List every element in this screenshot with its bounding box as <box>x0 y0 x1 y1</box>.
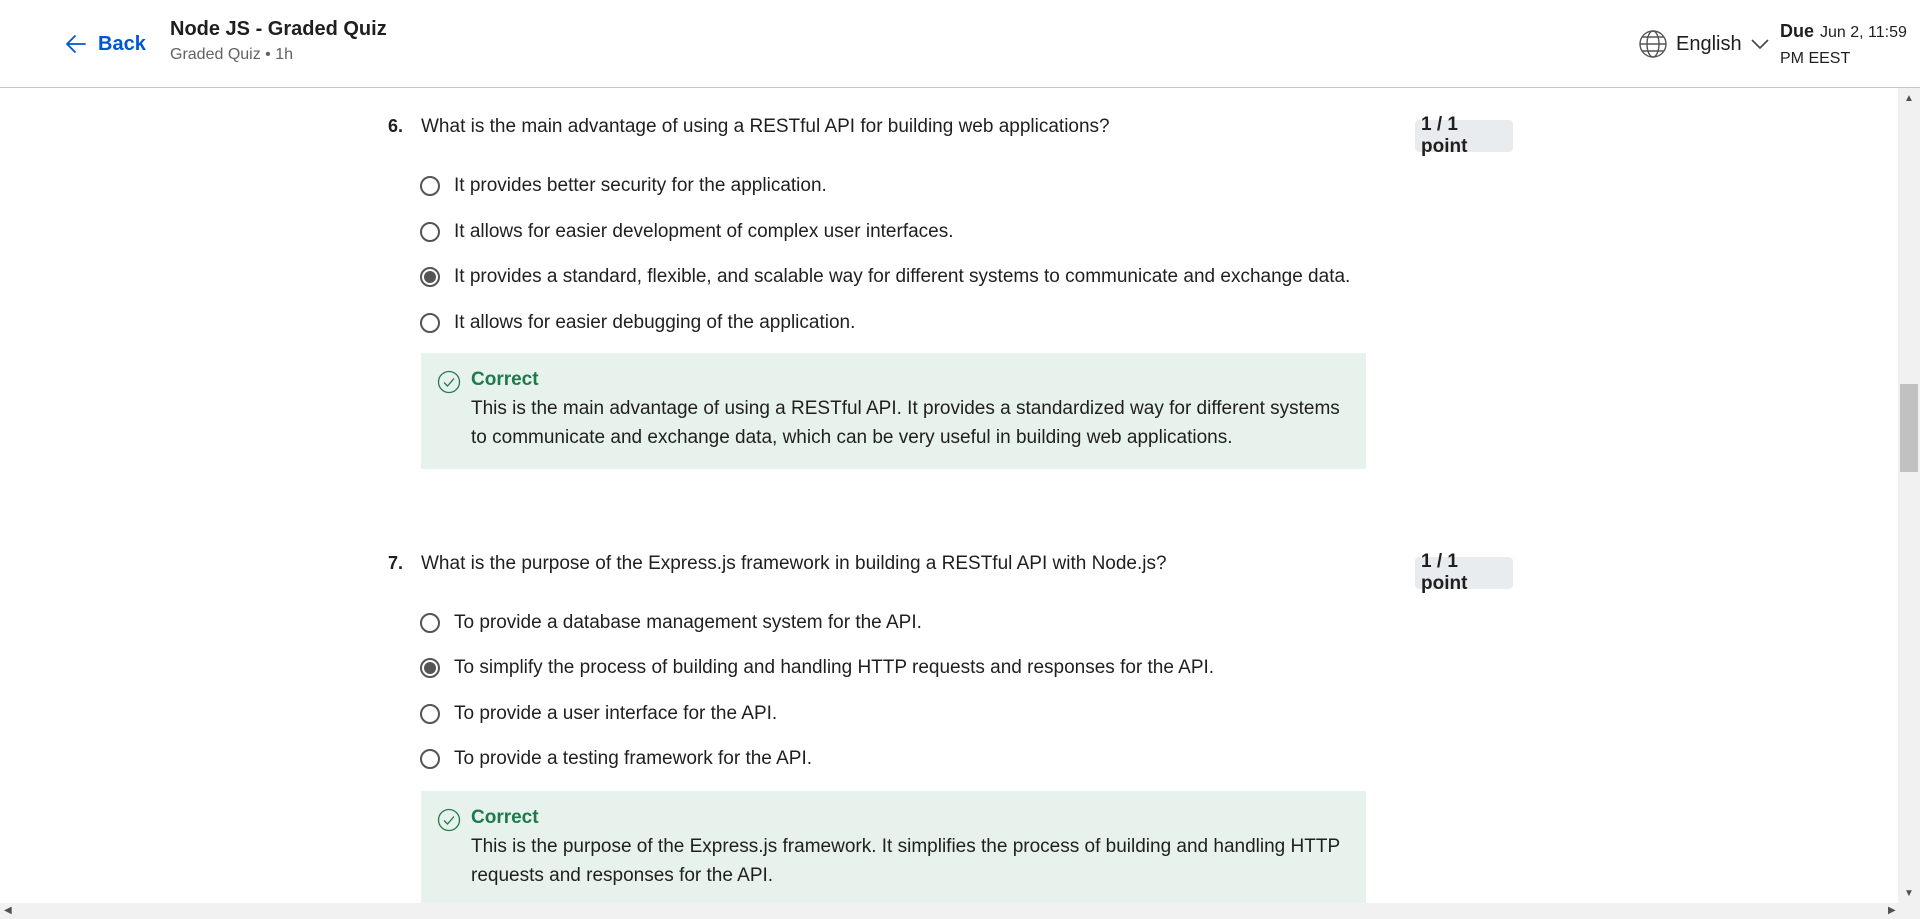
answer-option[interactable]: It provides better security for the appl… <box>420 171 827 201</box>
due-date: Due Jun 2, 11:59 PM EEST <box>1780 18 1915 72</box>
page-subtitle: Graded Quiz • 1h <box>170 46 293 63</box>
feedback-correct: Correct This is the purpose of the Expre… <box>421 791 1366 903</box>
answer-option-selected[interactable]: It provides a standard, flexible, and sc… <box>420 262 1350 292</box>
answer-option[interactable]: It allows for easier development of comp… <box>420 217 954 247</box>
option-label: It provides better security for the appl… <box>454 175 827 196</box>
points-badge: 1 / 1 point <box>1415 551 1513 594</box>
option-label: It provides a standard, flexible, and sc… <box>454 266 1351 287</box>
answer-option[interactable]: It allows for easier debugging of the ap… <box>420 308 855 338</box>
feedback-text: This is the main advantage of using a RE… <box>471 398 1340 448</box>
top-header: Back Node JS - Graded Quiz Graded Quiz •… <box>0 0 1920 88</box>
points-badge: 1 / 1 point <box>1415 114 1513 157</box>
option-label: To simplify the process of building and … <box>454 657 1215 678</box>
globe-icon <box>1639 30 1667 58</box>
option-label: It allows for easier debugging of the ap… <box>454 312 856 333</box>
feedback-text: This is the purpose of the Express.js fr… <box>471 836 1340 886</box>
quiz-title-block: Node JS - Graded Quiz Graded Quiz • 1h <box>170 18 387 64</box>
option-label: It allows for easier development of comp… <box>454 221 954 242</box>
scroll-down-arrow-icon[interactable]: ▼ <box>1904 889 1914 899</box>
language-selector[interactable]: English <box>1638 28 1770 60</box>
answer-option[interactable]: To provide a user interface for the API. <box>420 699 777 729</box>
chevron-down-icon <box>1751 39 1769 50</box>
radio-button[interactable] <box>420 313 440 333</box>
radio-button-selected[interactable] <box>420 267 440 287</box>
horizontal-scrollbar[interactable] <box>0 903 1920 919</box>
answer-option[interactable]: To provide a testing framework for the A… <box>420 744 812 774</box>
page-title: Node JS - Graded Quiz <box>170 18 387 40</box>
radio-button[interactable] <box>420 749 440 769</box>
vertical-scrollbar-thumb[interactable] <box>1900 384 1918 472</box>
radio-button[interactable] <box>420 222 440 242</box>
scroll-left-arrow-icon[interactable]: ◀ <box>4 906 12 916</box>
feedback-correct: Correct This is the main advantage of us… <box>421 353 1366 469</box>
radio-button[interactable] <box>420 613 440 633</box>
scroll-up-arrow-icon[interactable]: ▲ <box>1904 94 1914 104</box>
question-text: What is the main advantage of using a RE… <box>421 116 1110 137</box>
scroll-right-arrow-icon[interactable]: ▶ <box>1888 906 1896 916</box>
radio-button[interactable] <box>420 704 440 724</box>
language-label: English <box>1676 32 1742 55</box>
option-label: To provide a database management system … <box>454 612 922 633</box>
back-button[interactable]: Back <box>64 28 146 60</box>
question-number: 7. <box>388 553 404 573</box>
radio-button[interactable] <box>420 176 440 196</box>
due-label: Due <box>1780 21 1815 41</box>
check-circle-icon <box>437 808 461 832</box>
check-circle-icon <box>437 370 461 394</box>
option-label: To provide a user interface for the API. <box>454 703 778 724</box>
answer-option[interactable]: To provide a database management system … <box>420 608 922 638</box>
option-label: To provide a testing framework for the A… <box>454 748 813 769</box>
feedback-title: Correct <box>471 807 539 828</box>
answer-option-selected[interactable]: To simplify the process of building and … <box>420 653 1214 683</box>
feedback-title: Correct <box>471 369 539 390</box>
radio-button-selected[interactable] <box>420 658 440 678</box>
arrow-left-icon <box>66 35 86 53</box>
question-7: 7. What is the purpose of the Express.js… <box>388 551 1513 903</box>
question-text: What is the purpose of the Express.js fr… <box>421 553 1167 574</box>
back-label: Back <box>98 32 146 55</box>
question-number: 6. <box>388 116 404 136</box>
vertical-scrollbar[interactable] <box>1898 88 1920 903</box>
question-6: 6. What is the main advantage of using a… <box>388 114 1513 476</box>
